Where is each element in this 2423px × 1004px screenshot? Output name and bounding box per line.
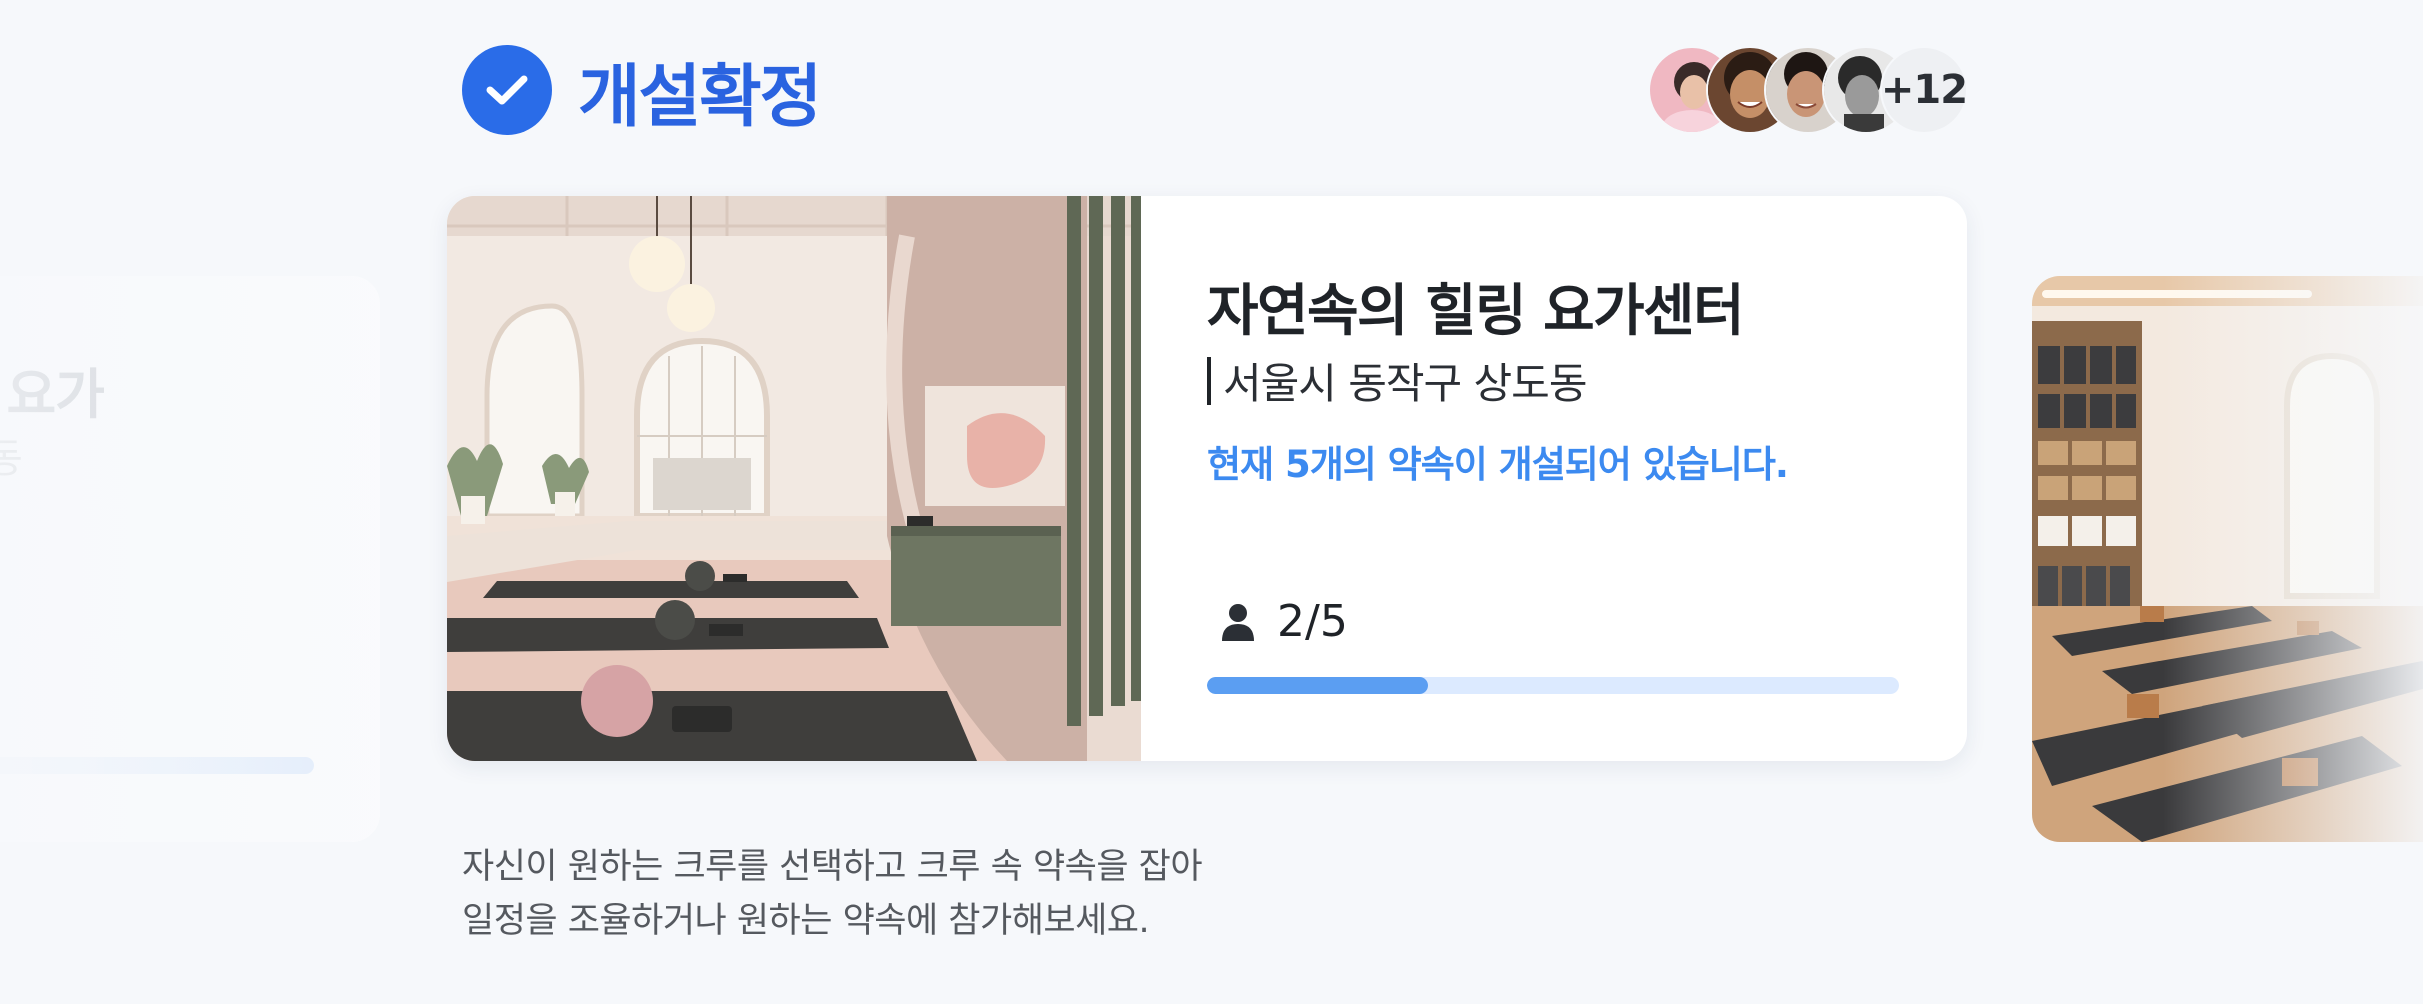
appointment-card-body: 자연속의 힐링 요가센터 서울시 동작구 상도동 현재 5개의 약속이 개설되어…: [1141, 196, 1967, 761]
member-progress-fill: [1207, 677, 1429, 694]
next-card-image: [2032, 276, 2423, 842]
yoga-studio-photo: [447, 196, 1141, 761]
previous-card-title: 의 요가: [0, 363, 105, 426]
next-card-preview[interactable]: [2032, 276, 2423, 842]
member-progress-bar: [1207, 677, 1899, 694]
description-line-1: 자신이 원하는 크루를 선택하고 크루 속 약속을 잡아: [462, 847, 1203, 887]
member-count: 2/5: [1221, 596, 1348, 647]
more-participants-count: +12: [1880, 46, 1968, 134]
appointment-card[interactable]: 자연속의 힐링 요가센터 서울시 동작구 상도동 현재 5개의 약속이 개설되어…: [447, 196, 1967, 761]
card-title: 자연속의 힐링 요가센터: [1207, 279, 1745, 344]
status-label: 개설확정: [578, 57, 822, 137]
member-count-label: 2/5: [1277, 596, 1348, 647]
location-text: 서울시 동작구 상도동: [1223, 359, 1587, 408]
previous-card-preview[interactable]: 의 요가 동: [0, 276, 380, 842]
card-location: 서울시 동작구 상도동: [1207, 350, 1587, 411]
status-header: 개설확정: [462, 44, 822, 137]
check-circle-icon: [462, 45, 552, 135]
person-icon: [1222, 603, 1254, 641]
description-line-2: 일정을 조율하거나 원하는 약속에 참가해보세요.: [462, 901, 1150, 941]
previous-card-location: 동: [0, 436, 23, 482]
service-description: 자신이 원하는 크루를 선택하고 크루 속 약속을 잡아 일정을 조율하거나 원…: [462, 840, 1203, 948]
location-divider: [1207, 356, 1211, 405]
participant-avatars[interactable]: +12: [1648, 46, 1968, 134]
appointment-count-note: 현재 5개의 약속이 개설되어 있습니다.: [1207, 443, 1789, 486]
previous-card-progress: [0, 757, 314, 774]
